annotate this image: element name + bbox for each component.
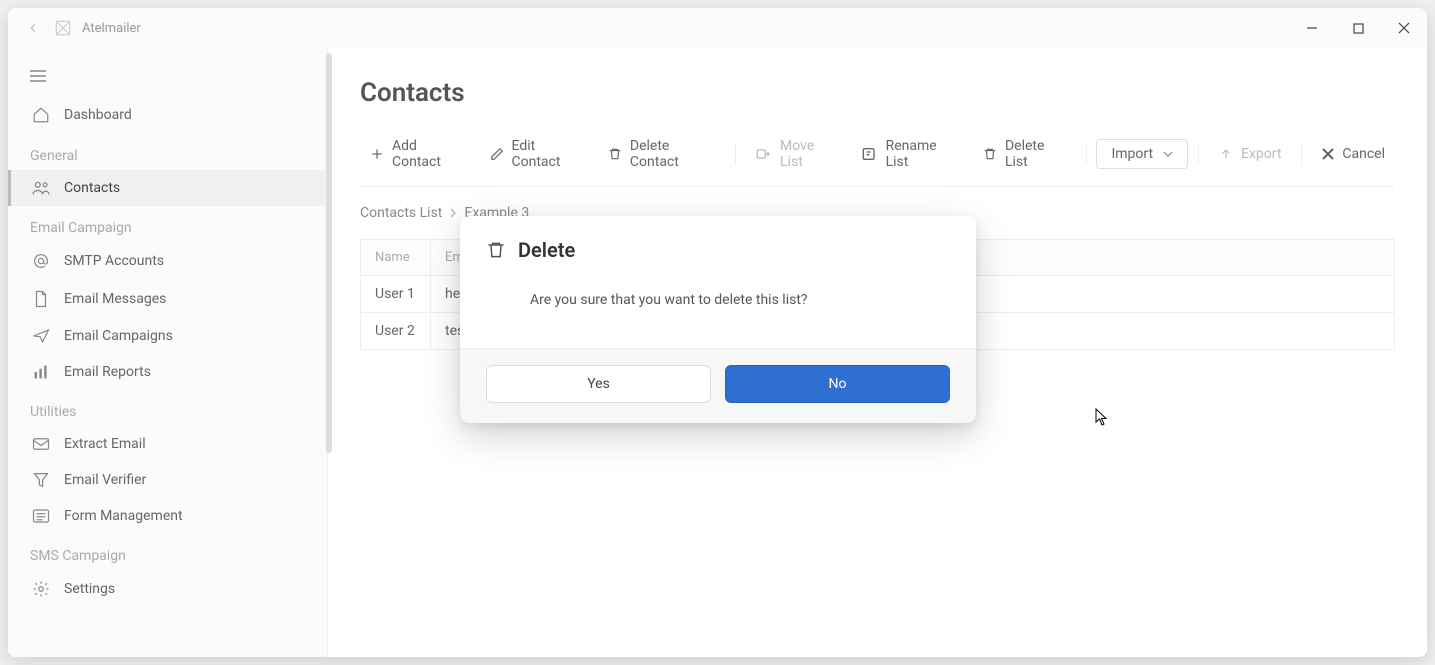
- dialog-yes-button[interactable]: Yes: [486, 365, 711, 403]
- delete-confirm-dialog: Delete Are you sure that you want to del…: [460, 216, 976, 423]
- modal-header: Delete: [460, 216, 976, 272]
- dialog-no-button[interactable]: No: [725, 365, 950, 403]
- modal-footer: Yes No: [460, 348, 976, 423]
- modal-title: Delete: [518, 238, 575, 262]
- modal-message: Are you sure that you want to delete thi…: [460, 272, 976, 348]
- trash-icon: [486, 240, 506, 260]
